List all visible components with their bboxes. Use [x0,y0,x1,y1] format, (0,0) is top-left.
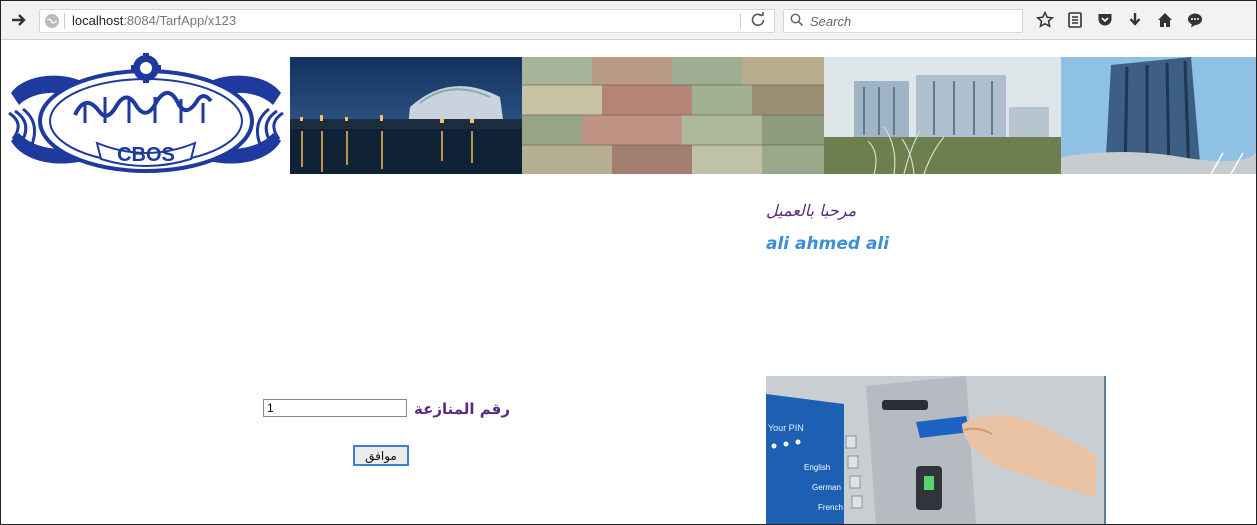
bookmark-star-icon[interactable] [1035,10,1055,30]
atm-option-german: German [812,483,841,492]
reading-list-icon[interactable] [1065,10,1085,30]
atm-option-english: English [804,463,830,472]
search-box[interactable]: Search [783,9,1023,33]
forward-icon[interactable] [7,9,31,31]
url-path: :8084/TarfApp/x123 [123,13,237,28]
reload-separator [740,13,741,29]
atm-option-french: French [818,503,843,512]
atm-pin-text: Your PIN [768,423,804,433]
browser-window: localhost:8084/TarfApp/x123 Search CBOS … [0,0,1257,525]
search-icon [790,13,804,32]
chat-icon[interactable] [1185,10,1205,30]
reload-icon[interactable] [750,12,766,33]
home-icon[interactable] [1155,10,1175,30]
url-text[interactable]: localhost:8084/TarfApp/x123 [72,13,236,28]
globe-icon [44,13,60,34]
atm-image: Your PIN English German French [766,376,1106,524]
browser-toolbar: localhost:8084/TarfApp/x123 Search [1,1,1256,40]
pocket-icon[interactable] [1095,10,1115,30]
customer-name: ali ahmed ali [766,234,890,254]
download-icon[interactable] [1125,10,1145,30]
submit-button[interactable]: موافق [353,445,409,466]
banner-photo-office-buildings [824,57,1061,174]
search-placeholder: Search [810,14,852,29]
welcome-text: مرحبا بالعميل [766,201,857,220]
address-bar[interactable]: localhost:8084/TarfApp/x123 [39,9,775,33]
logo-text: CBOS [117,144,175,166]
dispute-number-input[interactable] [263,399,407,417]
dispute-number-label: رقم المنازعة [414,400,511,418]
cbos-logo: CBOS [5,53,287,181]
banner-photo-bank-tower [1061,57,1256,174]
banner-photo-city-night [290,57,522,174]
url-host: localhost [72,13,124,28]
url-separator [64,13,65,29]
banner-photo-banknotes [522,57,824,174]
header-banner: CBOS [1,53,1256,174]
